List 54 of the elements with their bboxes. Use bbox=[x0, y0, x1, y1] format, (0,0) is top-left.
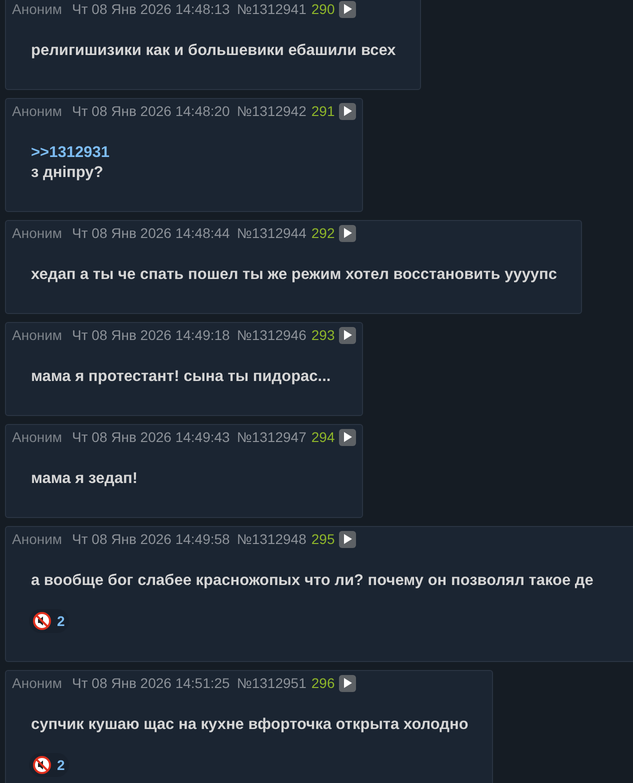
post-number[interactable]: №1312947 bbox=[236, 427, 306, 447]
post-date: Чт 08 Янв 2026 14:49:43 bbox=[72, 428, 230, 447]
post-number[interactable]: №1312944 bbox=[236, 223, 306, 243]
poster-name: Аноним bbox=[12, 102, 62, 121]
play-button[interactable] bbox=[338, 224, 356, 242]
post-date: Чт 08 Янв 2026 14:48:20 bbox=[72, 102, 230, 121]
post-text: религишизики как и большевики ебашили всех bbox=[31, 41, 396, 61]
post-index: 293 bbox=[311, 326, 335, 345]
play-button[interactable] bbox=[338, 102, 356, 120]
poster-name: Аноним bbox=[12, 0, 62, 19]
post-index: 291 bbox=[311, 102, 335, 121]
poster-name: Аноним bbox=[12, 326, 62, 345]
post-number[interactable]: №1312942 bbox=[236, 101, 306, 121]
post-number[interactable]: №1312951 bbox=[236, 673, 306, 693]
post-text: мама я протестант! сына ты пидорас... bbox=[31, 367, 332, 387]
play-icon bbox=[342, 228, 352, 238]
poster-name: Аноним bbox=[12, 428, 62, 447]
play-button[interactable] bbox=[338, 428, 356, 446]
play-icon bbox=[342, 106, 352, 116]
post-text: з дніпру? bbox=[31, 163, 104, 183]
play-icon bbox=[342, 330, 352, 340]
post-text: супчик кушаю щас на кухне вфорточка открыта холодно bbox=[31, 715, 468, 735]
play-button[interactable] bbox=[338, 530, 356, 548]
play-icon bbox=[342, 432, 352, 442]
play-icon bbox=[342, 534, 352, 544]
reply-link[interactable]: >>1312931 bbox=[31, 143, 338, 163]
poster-name: Аноним bbox=[12, 224, 62, 243]
post-text: а вообще бог слабее красножопых что ли? почему он позволял такое де bbox=[31, 571, 594, 591]
play-button[interactable] bbox=[338, 674, 356, 692]
play-button[interactable] bbox=[338, 326, 356, 344]
post-index: 292 bbox=[311, 224, 335, 243]
play-button[interactable] bbox=[338, 0, 356, 18]
post-index: 296 bbox=[311, 674, 335, 693]
poster-name: Аноним bbox=[12, 674, 62, 693]
post-text: мама я зедап! bbox=[31, 469, 139, 489]
reaction-button[interactable]: 2 bbox=[29, 753, 69, 777]
post-date: Чт 08 Янв 2026 14:51:25 bbox=[72, 674, 230, 693]
post-text: хедап а ты че спать пошел ты же режим хотел восстановить уууупс bbox=[31, 265, 558, 285]
play-icon bbox=[342, 4, 352, 14]
post-number[interactable]: №1312948 bbox=[236, 529, 306, 549]
play-icon bbox=[342, 678, 352, 688]
post-date: Чт 08 Янв 2026 14:48:13 bbox=[72, 0, 230, 19]
post-number[interactable]: №1312946 bbox=[236, 325, 306, 345]
post-number[interactable]: №1312941 bbox=[236, 0, 306, 19]
post-index: 290 bbox=[311, 0, 335, 19]
post-date: Чт 08 Янв 2026 14:48:44 bbox=[72, 224, 230, 243]
post-date: Чт 08 Янв 2026 14:49:58 bbox=[72, 530, 230, 549]
reaction-button[interactable]: 2 bbox=[29, 609, 69, 633]
poster-name: Аноним bbox=[12, 530, 62, 549]
muted-speaker-icon bbox=[33, 756, 51, 774]
post-date: Чт 08 Янв 2026 14:49:18 bbox=[72, 326, 230, 345]
post-index: 294 bbox=[311, 428, 335, 447]
post-index: 295 bbox=[311, 530, 335, 549]
muted-speaker-icon bbox=[33, 612, 51, 630]
